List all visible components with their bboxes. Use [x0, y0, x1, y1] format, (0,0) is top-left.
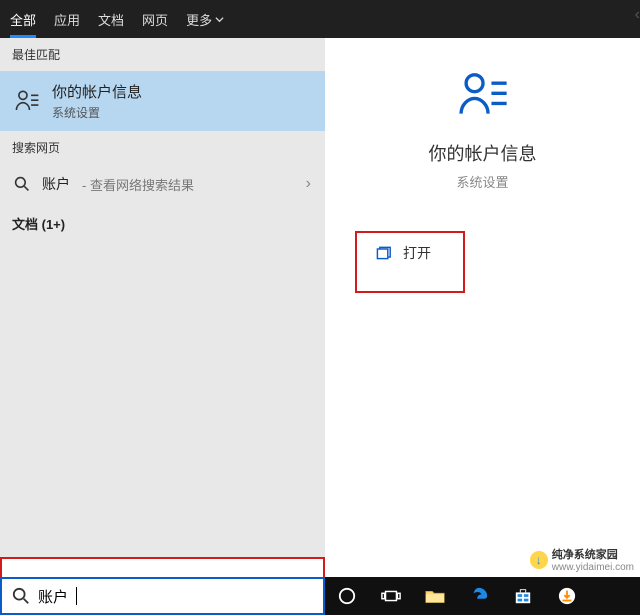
search-value: 账户	[38, 586, 68, 607]
search-icon	[14, 176, 30, 192]
search-tabs: 全部 应用 文档 网页 更多	[0, 0, 640, 38]
search-icon	[12, 587, 30, 605]
chevron-down-icon	[215, 15, 224, 24]
results-pane: 最佳匹配 你的帐户信息 系统设置 搜索网页 账户 - 查看网络搜索结果 › 文档…	[0, 38, 325, 558]
web-search-term: 账户	[42, 174, 70, 194]
text-caret	[76, 587, 77, 605]
app-button[interactable]	[545, 577, 589, 615]
scroll-hint: ‹	[635, 6, 640, 24]
watermark: ↓ 纯净系统家园 www.yidaimei.com	[530, 546, 634, 573]
best-match-header: 最佳匹配	[0, 38, 325, 71]
taskbar: 账户	[0, 577, 640, 615]
best-match-title: 你的帐户信息	[52, 81, 142, 102]
search-highlight	[0, 557, 325, 577]
cortana-button[interactable]	[325, 577, 369, 615]
tab-all[interactable]: 全部	[10, 0, 36, 38]
download-icon	[558, 587, 576, 605]
store-button[interactable]	[501, 577, 545, 615]
cortana-icon	[338, 587, 356, 605]
web-search-suffix: - 查看网络搜索结果	[82, 175, 194, 194]
preview-subtitle: 系统设置	[456, 172, 508, 191]
open-button[interactable]: 打开	[355, 231, 465, 293]
task-view-button[interactable]	[369, 577, 413, 615]
edge-button[interactable]	[457, 577, 501, 615]
preview-pane: 你的帐户信息 系统设置 打开	[325, 38, 640, 558]
watermark-url: www.yidaimei.com	[552, 562, 634, 573]
task-view-icon	[381, 588, 401, 604]
best-match-item[interactable]: 你的帐户信息 系统设置	[0, 71, 325, 131]
open-icon	[375, 245, 391, 261]
store-icon	[514, 587, 532, 605]
chevron-right-icon: ›	[306, 175, 311, 193]
file-explorer-button[interactable]	[413, 577, 457, 615]
search-box[interactable]: 账户	[0, 577, 325, 615]
best-match-subtitle: 系统设置	[52, 104, 142, 121]
account-large-icon	[456, 68, 510, 122]
tab-docs[interactable]: 文档	[98, 0, 124, 38]
tab-web[interactable]: 网页	[142, 0, 168, 38]
folder-icon	[425, 588, 445, 604]
watermark-icon: ↓	[530, 551, 548, 569]
search-web-header: 搜索网页	[0, 131, 325, 164]
documents-header: 文档 (1+)	[0, 204, 325, 243]
preview-title: 你的帐户信息	[429, 140, 537, 166]
open-label: 打开	[403, 243, 431, 263]
edge-icon	[470, 587, 488, 605]
tab-more-label: 更多	[186, 10, 212, 29]
account-icon	[14, 88, 40, 114]
watermark-text: 纯净系统家园	[552, 546, 634, 562]
tab-more[interactable]: 更多	[186, 0, 224, 38]
web-search-item[interactable]: 账户 - 查看网络搜索结果 ›	[0, 164, 325, 204]
tab-apps[interactable]: 应用	[54, 0, 80, 38]
